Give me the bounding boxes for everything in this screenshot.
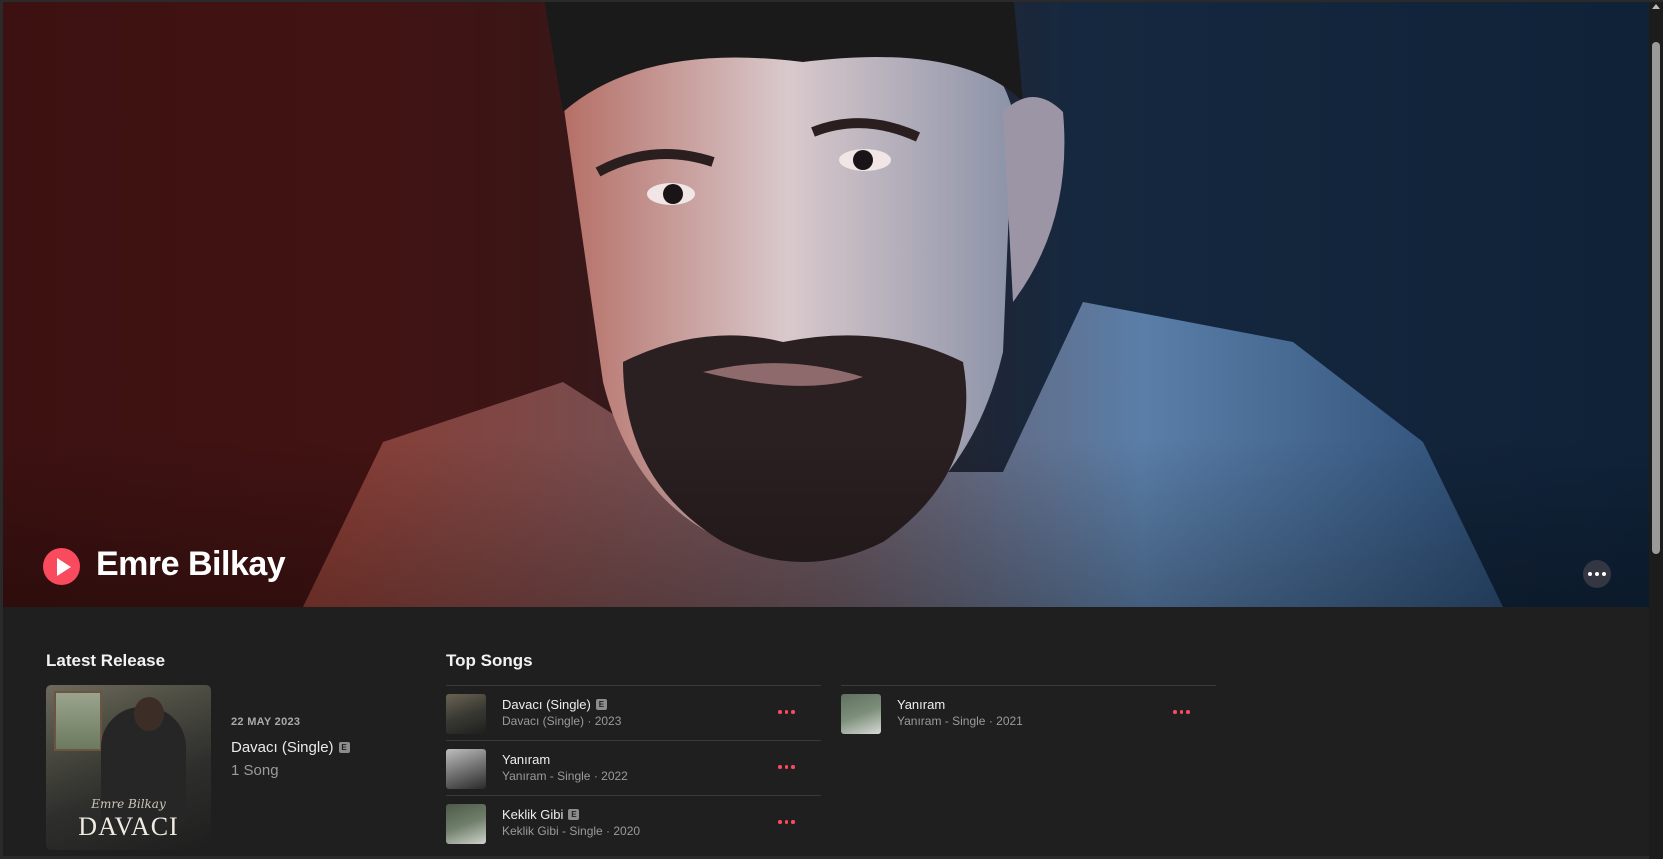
song-artwork (446, 749, 486, 789)
top-songs-column-1: Davacı (Single) E Davacı (Single) · 2023… (446, 685, 821, 850)
song-subtitle: Yanıram - Single · 2022 (502, 769, 628, 783)
release-song-count: 1 Song (231, 762, 279, 779)
explicit-badge-icon: E (568, 809, 580, 820)
song-title: Keklik Gibi (502, 807, 564, 822)
play-icon (56, 557, 71, 576)
latest-release-artwork[interactable]: Emre Bilkay DAVACI (46, 685, 211, 850)
ellipsis-icon (1173, 710, 1177, 714)
explicit-badge-icon: E (595, 699, 607, 710)
ellipsis-icon (778, 710, 782, 714)
ellipsis-icon (1588, 572, 1592, 576)
ellipsis-icon (778, 820, 782, 824)
artist-more-button[interactable] (1583, 560, 1611, 588)
song-row[interactable]: Yanıram Yanıram - Single · 2022 (446, 740, 821, 795)
song-row[interactable]: Davacı (Single) E Davacı (Single) · 2023 (446, 685, 821, 740)
explicit-badge-icon: E (338, 742, 350, 753)
song-artwork (841, 694, 881, 734)
ellipsis-icon (778, 765, 782, 769)
song-more-button[interactable] (1171, 708, 1192, 716)
play-artist-button[interactable] (43, 548, 80, 585)
scrollbar-thumb[interactable] (1652, 42, 1660, 554)
song-artwork (446, 804, 486, 844)
song-title: Davacı (Single) (502, 697, 591, 712)
artwork-script-text: Emre Bilkay (91, 797, 166, 811)
song-more-button[interactable] (776, 708, 797, 716)
song-artwork (446, 694, 486, 734)
vertical-scrollbar[interactable] (1649, 2, 1663, 859)
song-more-button[interactable] (776, 818, 797, 826)
top-songs-heading: Top Songs (446, 651, 533, 670)
top-songs-column-2: Yanıram Yanıram - Single · 2021 (841, 685, 1216, 740)
song-subtitle: Keklik Gibi - Single · 2020 (502, 824, 641, 838)
song-title: Yanıram (502, 752, 551, 767)
artist-hero-banner: Emre Bilkay (3, 2, 1649, 607)
song-more-button[interactable] (776, 763, 797, 771)
release-title-text: Davacı (Single) (231, 739, 334, 756)
app-window: Emre Bilkay Latest Release Emre Bilkay D… (0, 0, 1663, 859)
scroll-up-arrow-icon[interactable] (1652, 4, 1660, 9)
song-row[interactable]: Yanıram Yanıram - Single · 2021 (841, 685, 1216, 740)
artwork-title-text: DAVACI (78, 812, 179, 841)
latest-release-title-link[interactable]: Davacı (Single) E (231, 739, 350, 756)
song-row[interactable]: Keklik Gibi E Keklik Gibi - Single · 202… (446, 795, 821, 850)
song-title: Yanıram (897, 697, 946, 712)
latest-release-heading: Latest Release (46, 651, 166, 670)
release-date: 22 MAY 2023 (231, 716, 301, 728)
song-subtitle: Davacı (Single) · 2023 (502, 714, 622, 728)
artist-name: Emre Bilkay (96, 545, 286, 583)
song-subtitle: Yanıram - Single · 2021 (897, 714, 1023, 728)
